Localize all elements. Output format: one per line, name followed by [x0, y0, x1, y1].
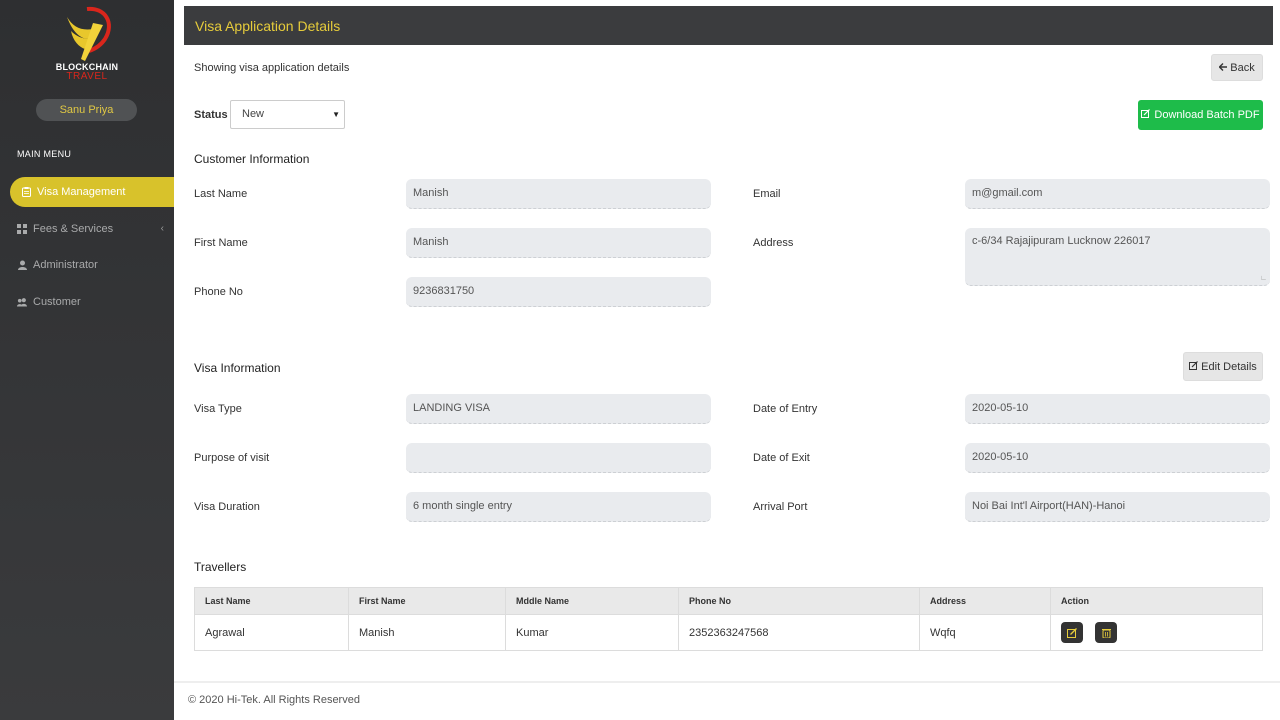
phone-label: Phone No: [194, 286, 243, 298]
footer-copyright: © 2020 Hi-Tek. All Rights Reserved: [188, 694, 360, 706]
email-field[interactable]: m@gmail.com: [965, 179, 1270, 209]
visa-information-heading: Visa Information: [194, 361, 281, 375]
table-header-row: Last Name First Name Mddle Name Phone No…: [194, 587, 1263, 615]
action-cell: [1050, 614, 1263, 651]
logo-emblem-icon: [67, 6, 111, 61]
table-row: Agrawal Manish Kumar 2352363247568 Wqfq: [194, 614, 1263, 651]
travellers-table: Last Name First Name Mddle Name Phone No…: [194, 587, 1263, 651]
sidebar-item-label: Customer: [33, 296, 81, 308]
status-selected-value: New: [242, 108, 265, 120]
date-of-entry-field[interactable]: 2020-05-10: [965, 394, 1270, 424]
main-menu-heading: MAIN MENU: [17, 149, 72, 159]
sidebar-item-fees-services[interactable]: Fees & Services ‹: [10, 214, 174, 244]
status-label: Status: [194, 109, 228, 121]
trash-icon: [1101, 628, 1111, 638]
visa-type-field[interactable]: LANDING VISA: [406, 394, 711, 424]
travellers-heading: Travellers: [194, 560, 247, 574]
arrival-port-label: Arrival Port: [753, 501, 808, 513]
address-textarea[interactable]: c-6/34 Rajajipuram Lucknow 226017 ∟: [965, 228, 1270, 286]
arrival-port-field[interactable]: Noi Bai Int'l Airport(HAN)-Hanoi: [965, 492, 1270, 522]
sidebar: BLOCKCHAIN TRAVEL Sanu Priya MAIN MENU V…: [0, 0, 174, 720]
blockchain-travel-logo[interactable]: BLOCKCHAIN TRAVEL: [50, 5, 124, 85]
last-name-label: Last Name: [194, 188, 248, 200]
footer-divider: [174, 681, 1280, 683]
sidebar-item-label: Fees & Services: [33, 223, 114, 235]
email-label: Email: [753, 188, 781, 200]
table-cell: Manish: [348, 614, 506, 651]
phone-field[interactable]: 9236831750: [406, 277, 711, 307]
purpose-label: Purpose of visit: [194, 452, 270, 464]
customer-information-heading: Customer Information: [194, 152, 310, 166]
date-of-exit-field[interactable]: 2020-05-10: [965, 443, 1270, 473]
visa-duration-field[interactable]: 6 month single entry: [406, 492, 711, 522]
table-cell: Agrawal: [194, 614, 349, 651]
first-name-label: First Name: [194, 237, 248, 249]
grid-icon: [17, 224, 27, 234]
edit-square-icon: [1141, 109, 1151, 121]
sidebar-item-customer[interactable]: Customer: [10, 287, 174, 317]
column-header: Address: [919, 587, 1051, 615]
delete-traveller-button[interactable]: [1095, 622, 1118, 643]
date-of-exit-label: Date of Exit: [753, 452, 810, 464]
download-button-label: Download Batch PDF: [1154, 109, 1260, 121]
clipboard-icon: [21, 187, 31, 197]
back-button-label: Back: [1230, 61, 1255, 74]
status-select[interactable]: New ▼: [230, 100, 345, 129]
column-header: Phone No: [678, 587, 920, 615]
logo-text-travel: TRAVEL: [66, 71, 108, 82]
address-value: c-6/34 Rajajipuram Lucknow 226017: [972, 235, 1151, 247]
address-label: Address: [753, 237, 794, 249]
edit-square-icon: [1189, 360, 1199, 373]
download-batch-pdf-button[interactable]: Download Batch PDF: [1138, 100, 1263, 130]
resize-handle-icon[interactable]: ∟: [1260, 275, 1267, 282]
users-icon: [17, 297, 27, 307]
arrow-left-icon: [1218, 62, 1228, 74]
table-cell: Kumar: [505, 614, 679, 651]
column-header: Action: [1050, 587, 1263, 615]
user-name-badge[interactable]: Sanu Priya: [36, 99, 137, 121]
page-header-bar: Visa Application Details: [184, 6, 1273, 45]
date-of-entry-label: Date of Entry: [753, 403, 818, 415]
back-button[interactable]: Back: [1211, 54, 1263, 81]
edit-icon: [1067, 627, 1077, 638]
last-name-field[interactable]: Manish: [406, 179, 711, 209]
edit-traveller-button[interactable]: [1061, 622, 1083, 643]
visa-type-label: Visa Type: [194, 403, 242, 415]
column-header: First Name: [348, 587, 506, 615]
table-cell: Wqfq: [919, 614, 1051, 651]
sidebar-item-label: Visa Management: [37, 186, 126, 198]
user-icon: [17, 260, 27, 270]
page-subtitle: Showing visa application details: [194, 62, 350, 74]
sidebar-item-label: Administrator: [33, 259, 98, 271]
sidebar-item-visa-management[interactable]: Visa Management: [10, 177, 174, 207]
table-cell: 2352363247568: [678, 614, 920, 651]
first-name-field[interactable]: Manish: [406, 228, 711, 258]
page-title: Visa Application Details: [195, 18, 341, 34]
caret-down-icon: ▼: [332, 110, 340, 119]
column-header: Last Name: [194, 587, 349, 615]
visa-duration-label: Visa Duration: [194, 501, 260, 513]
edit-details-label: Edit Details: [1201, 360, 1257, 373]
purpose-field[interactable]: [406, 443, 711, 473]
edit-details-button[interactable]: Edit Details: [1183, 352, 1263, 381]
column-header: Mddle Name: [505, 587, 679, 615]
sidebar-item-administrator[interactable]: Administrator: [10, 250, 174, 280]
chevron-left-icon: ‹: [160, 223, 164, 234]
